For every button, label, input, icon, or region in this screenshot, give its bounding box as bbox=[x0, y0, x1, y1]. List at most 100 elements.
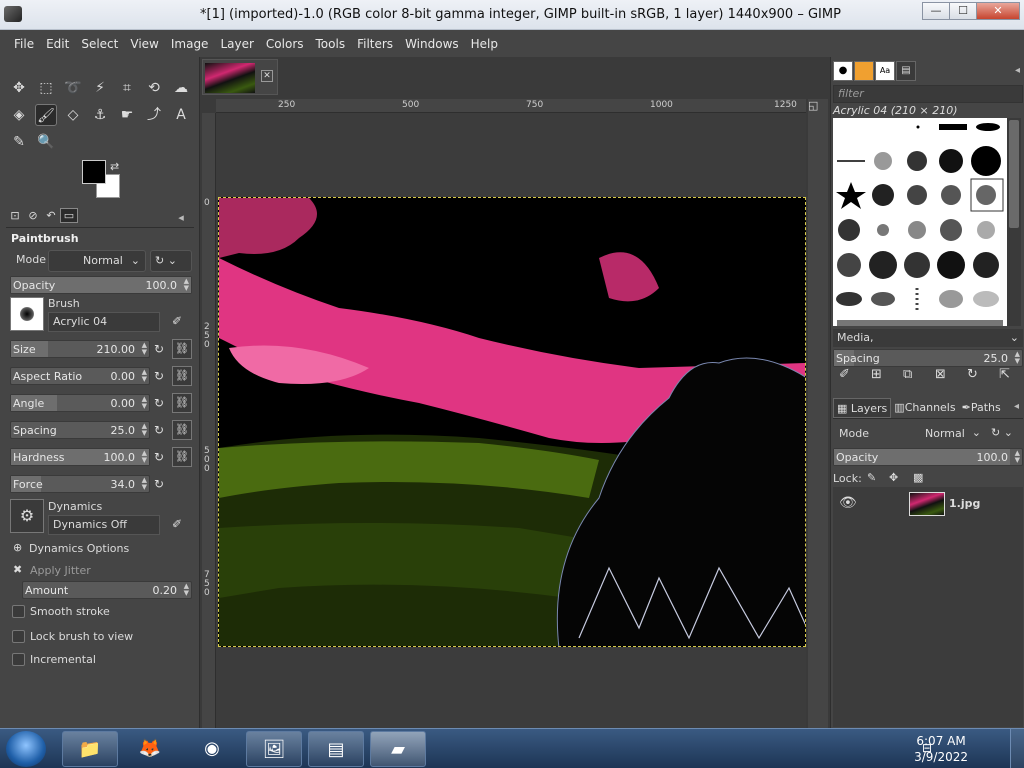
lock-pixels-icon[interactable]: ✎ bbox=[867, 471, 876, 484]
spin-icon[interactable]: ▲ ▼ bbox=[1015, 450, 1020, 464]
scrollbar-thumb[interactable] bbox=[1009, 120, 1019, 228]
document-history-tab-icon[interactable]: ▤ bbox=[896, 61, 916, 81]
menu-help[interactable]: Help bbox=[471, 37, 498, 51]
chrome-icon[interactable]: ◉ bbox=[184, 731, 240, 767]
reset-icon[interactable]: ↻ bbox=[150, 475, 168, 493]
edit-brush-icon[interactable]: ✐ bbox=[839, 367, 871, 382]
eraser-icon[interactable]: ◇ bbox=[62, 104, 84, 126]
link-icon[interactable]: ⛓ bbox=[172, 339, 192, 359]
spin-icon[interactable]: ▲ ▼ bbox=[1015, 351, 1020, 365]
brush-filter-input[interactable]: filter bbox=[833, 85, 1023, 103]
zoom-icon[interactable]: 🔍 bbox=[35, 131, 57, 153]
apply-jitter-label[interactable]: Apply Jitter bbox=[30, 564, 91, 577]
image-canvas[interactable] bbox=[218, 197, 806, 647]
tab-layers[interactable]: ▦ Layers bbox=[833, 397, 892, 418]
smudge-icon[interactable]: ☛ bbox=[116, 104, 138, 126]
link-icon[interactable]: ⛓ bbox=[172, 447, 192, 467]
brush-name-field[interactable]: Acrylic 04 bbox=[48, 312, 160, 332]
clone-icon[interactable]: ⚓ bbox=[89, 104, 111, 126]
lock-alpha-icon[interactable]: ▩ bbox=[913, 471, 923, 484]
layer-row[interactable]: 👁 1.jpg bbox=[833, 489, 1023, 519]
file-explorer-icon[interactable]: 📁 bbox=[62, 731, 118, 767]
system-clock[interactable]: 6:07 AM 3/9/2022 bbox=[914, 733, 968, 765]
menu-image[interactable]: Image bbox=[171, 37, 209, 51]
firefox-icon[interactable]: 🦊 bbox=[122, 731, 178, 767]
reset-icon[interactable]: ↻ bbox=[150, 340, 168, 358]
start-button[interactable] bbox=[6, 731, 46, 767]
amount-slider[interactable]: Amount 0.20 ▲ ▼ bbox=[22, 581, 192, 599]
layer-opacity-slider[interactable]: Opacity 100.0 ▲ ▼ bbox=[833, 448, 1023, 466]
menu-windows[interactable]: Windows bbox=[405, 37, 459, 51]
show-desktop-button[interactable] bbox=[1010, 729, 1024, 768]
close-button[interactable]: ✕ bbox=[976, 2, 1020, 20]
edit-brush-icon[interactable]: ✐ bbox=[168, 312, 186, 330]
unified-transform-icon[interactable]: ⟲ bbox=[143, 77, 165, 99]
link-icon[interactable]: ⛓ bbox=[172, 420, 192, 440]
menu-view[interactable]: View bbox=[130, 37, 158, 51]
tool-options-tab-icon[interactable]: ⊡ bbox=[6, 209, 24, 222]
incremental-checkbox[interactable] bbox=[12, 653, 25, 666]
link-icon[interactable]: ⛓ bbox=[172, 366, 192, 386]
hardness-slider[interactable]: Hardness 100.0 ▲ ▼ bbox=[10, 448, 150, 466]
dynamics-options-expander[interactable]: Dynamics Options bbox=[29, 542, 129, 555]
brush-grid-scrollbar[interactable] bbox=[1007, 118, 1021, 326]
maximize-button[interactable]: ☐ bbox=[949, 2, 977, 20]
aspect-slider[interactable]: Aspect Ratio 0.00 ▲ ▼ bbox=[10, 367, 150, 385]
duplicate-brush-icon[interactable]: ⧉ bbox=[903, 367, 935, 382]
panel-menu-icon[interactable]: ◂ bbox=[1015, 65, 1020, 76]
menu-filters[interactable]: Filters bbox=[357, 37, 393, 51]
brush-tag-field[interactable]: Media, ⌄ bbox=[833, 329, 1023, 347]
tab-channels[interactable]: ▥Channels bbox=[891, 398, 958, 418]
mode-dropdown[interactable]: Normal ⌄ bbox=[48, 250, 146, 272]
delete-brush-icon[interactable]: ⊠ bbox=[935, 367, 967, 382]
image-tab[interactable]: ✕ bbox=[202, 59, 278, 95]
move-tool-icon[interactable]: ✥ bbox=[8, 77, 30, 99]
menu-edit[interactable]: Edit bbox=[46, 37, 69, 51]
tab-paths[interactable]: ✒Paths bbox=[959, 398, 1004, 418]
warp-transform-icon[interactable]: ☁ bbox=[170, 77, 192, 99]
smooth-stroke-checkbox[interactable] bbox=[12, 605, 25, 618]
color-picker-icon[interactable]: ✎ bbox=[8, 131, 30, 153]
menu-tools[interactable]: Tools bbox=[316, 37, 346, 51]
paths-icon[interactable]: ⤴ bbox=[143, 104, 165, 126]
spin-icon[interactable]: ▲ ▼ bbox=[184, 278, 189, 292]
lock-position-icon[interactable]: ✥ bbox=[889, 471, 898, 484]
menu-select[interactable]: Select bbox=[81, 37, 118, 51]
edit-dynamics-icon[interactable]: ✐ bbox=[168, 515, 186, 533]
panel-menu-icon[interactable]: ◂ bbox=[172, 211, 190, 224]
swap-colors-icon[interactable]: ⇄ bbox=[110, 160, 119, 173]
gimp-taskbar-icon[interactable]: ▰ bbox=[370, 731, 426, 767]
dynamics-icon[interactable]: ⚙ bbox=[10, 499, 44, 533]
reset-icon[interactable]: ↻ bbox=[150, 367, 168, 385]
spacing-slider[interactable]: Spacing 25.0 ▲ ▼ bbox=[10, 421, 150, 439]
reset-icon[interactable]: ↻ bbox=[150, 394, 168, 412]
rect-select-icon[interactable]: ⬚ bbox=[35, 77, 57, 99]
close-tab-icon[interactable]: ✕ bbox=[261, 70, 273, 82]
brush-spacing-slider[interactable]: Spacing 25.0 ▲ ▼ bbox=[833, 349, 1023, 367]
open-as-image-icon[interactable]: ⇱ bbox=[999, 367, 1024, 382]
bucket-fill-icon[interactable]: ◈ bbox=[8, 104, 30, 126]
lasso-icon[interactable]: ➰ bbox=[62, 77, 84, 99]
new-brush-icon[interactable]: ⊞ bbox=[871, 367, 903, 382]
spin-icon[interactable]: ▲ ▼ bbox=[142, 369, 147, 383]
patterns-tab-icon[interactable] bbox=[854, 61, 874, 81]
canvas-workspace[interactable] bbox=[216, 113, 806, 728]
mode-reset-dropdown[interactable]: ↻ ⌄ bbox=[150, 250, 192, 272]
spin-icon[interactable]: ▲ ▼ bbox=[142, 450, 147, 464]
image-viewer-icon[interactable]: 🖼 bbox=[246, 731, 302, 767]
device-status-tab-icon[interactable]: ⊘ bbox=[24, 209, 42, 222]
undo-history-tab-icon[interactable]: ↶ bbox=[42, 209, 60, 222]
size-slider[interactable]: Size 210.00 ▲ ▼ bbox=[10, 340, 150, 358]
force-slider[interactable]: Force 34.0 ▲ ▼ bbox=[10, 475, 150, 493]
opacity-slider[interactable]: Opacity 100.0 ▲ ▼ bbox=[10, 276, 192, 294]
reset-icon[interactable]: ↻ bbox=[150, 448, 168, 466]
brush-grid[interactable] bbox=[833, 118, 1007, 326]
eye-icon[interactable]: 👁 bbox=[839, 495, 857, 511]
foreground-color[interactable] bbox=[82, 160, 106, 184]
spin-icon[interactable]: ▲ ▼ bbox=[184, 583, 189, 597]
reset-icon[interactable]: ↻ bbox=[150, 421, 168, 439]
layer-mode-reset-icon[interactable]: ↻ ⌄ bbox=[991, 426, 1013, 439]
spin-icon[interactable]: ▲ ▼ bbox=[142, 423, 147, 437]
angle-slider[interactable]: Angle 0.00 ▲ ▼ bbox=[10, 394, 150, 412]
images-tab-icon[interactable]: ▭ bbox=[60, 208, 78, 223]
